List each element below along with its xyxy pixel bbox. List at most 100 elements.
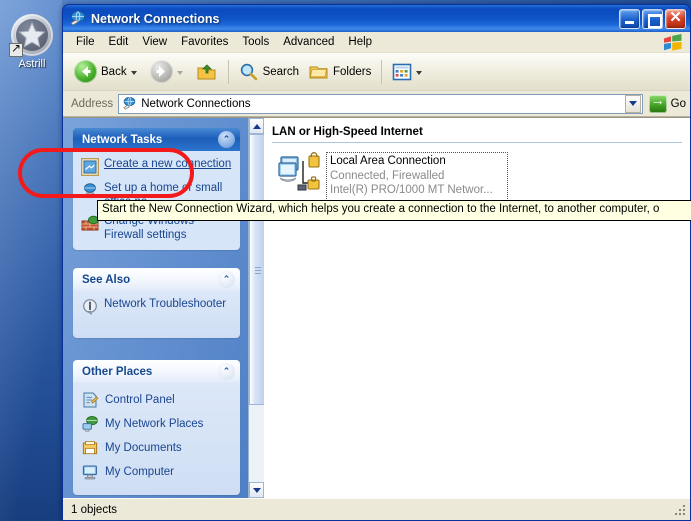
search-icon (240, 63, 257, 80)
minimize-button[interactable] (619, 8, 640, 29)
chevron-up-icon[interactable]: ⌃ (218, 363, 235, 380)
close-button[interactable]: ✕ (665, 8, 686, 29)
desktop-icon-label: Astrill (18, 58, 46, 70)
panel-header-other-places[interactable]: Other Places ⌃ (73, 360, 240, 383)
scrollbar-track[interactable] (249, 134, 265, 482)
window-client-area: Network Tasks ⌃ Create a new connection … (63, 117, 690, 498)
menu-view[interactable]: View (135, 34, 174, 50)
task-pane: Network Tasks ⌃ Create a new connection … (63, 118, 248, 498)
views-button[interactable] (387, 57, 430, 87)
scroll-down-button[interactable] (249, 482, 264, 498)
connection-device: Intel(R) PRO/1000 MT Networ... (330, 184, 493, 196)
chevron-up-icon[interactable]: ⌃ (218, 131, 235, 148)
views-dropdown-caret[interactable] (416, 70, 423, 75)
place-my-documents[interactable]: My Documents (81, 439, 233, 457)
menu-advanced[interactable]: Advanced (276, 34, 341, 50)
new-connection-icon (81, 158, 99, 176)
task-create-new-connection[interactable]: Create a new connection (81, 158, 233, 176)
toolbar: Back Search Folders (63, 53, 690, 91)
place-label: My Computer (105, 466, 175, 478)
place-label: Control Panel (105, 394, 175, 406)
panel-see-also: See Also ⌃ Network Troubleshooter (73, 268, 240, 338)
scroll-up-button[interactable] (249, 118, 264, 134)
panel-header-network-tasks[interactable]: Network Tasks ⌃ (73, 128, 240, 151)
connection-text-block: Local Area Connection Connected, Firewal… (326, 152, 508, 201)
window-title: Network Connections (91, 11, 220, 26)
task-pane-scrollbar[interactable] (248, 118, 265, 498)
address-input[interactable]: Network Connections (118, 93, 643, 114)
shortcut-arrow-badge (9, 41, 23, 57)
back-button[interactable]: Back (69, 57, 145, 87)
place-my-computer[interactable]: My Computer (81, 463, 233, 481)
panel-title: Other Places (82, 365, 153, 378)
task-network-troubleshooter[interactable]: Network Troubleshooter (81, 298, 233, 316)
go-label: Go (670, 97, 686, 110)
panel-other-places: Other Places ⌃ Control Panel My Network … (73, 360, 240, 495)
menu-help[interactable]: Help (341, 34, 379, 50)
go-arrow-icon (648, 92, 667, 113)
forward-button (145, 57, 191, 87)
menu-edit[interactable]: Edit (102, 34, 136, 50)
connections-list[interactable]: LAN or High-Speed Internet Local Area Co… (264, 118, 690, 498)
place-label: My Documents (105, 442, 182, 454)
task-label: Create a new connection (104, 158, 232, 170)
place-my-network-places[interactable]: My Network Places (81, 415, 233, 433)
scrollbar-thumb[interactable] (249, 134, 265, 406)
maximize-button[interactable] (642, 8, 663, 29)
panel-title: Network Tasks (82, 133, 163, 146)
astrill-icon (9, 14, 53, 57)
menubar: File Edit View Favorites Tools Advanced … (63, 32, 690, 53)
panel-network-tasks: Network Tasks ⌃ Create a new connection … (73, 128, 240, 250)
forward-dropdown-caret (176, 70, 183, 75)
chevron-up-icon[interactable]: ⌃ (218, 271, 235, 288)
menu-favorites[interactable]: Favorites (174, 34, 235, 50)
back-label: Back (101, 65, 127, 78)
menu-tools[interactable]: Tools (235, 34, 276, 50)
address-network-icon (122, 96, 137, 111)
window-titlebar[interactable]: Network Connections ✕ (63, 5, 690, 32)
info-icon (81, 298, 99, 316)
search-button[interactable]: Search (234, 57, 304, 87)
task-label: Network Troubleshooter (104, 298, 227, 310)
window-controls: ✕ (619, 8, 686, 29)
address-label: Address (71, 97, 114, 110)
lan-connection-firewalled-icon (278, 152, 324, 194)
address-bar: Address Network Connections Go (63, 91, 690, 117)
connection-item-local-area-connection[interactable]: Local Area Connection Connected, Firewal… (278, 152, 690, 201)
menu-file[interactable]: File (69, 34, 102, 50)
folders-icon (309, 66, 328, 79)
place-control-panel[interactable]: Control Panel (81, 391, 233, 409)
views-icon (393, 63, 412, 80)
toolbar-separator (227, 59, 229, 84)
go-button[interactable]: Go (648, 92, 686, 113)
panel-header-see-also[interactable]: See Also ⌃ (73, 268, 240, 291)
folders-label: Folders (333, 65, 372, 78)
tooltip: Start the New Connection Wizard, which h… (97, 200, 691, 221)
search-label: Search (262, 65, 300, 78)
toolbar-separator-2 (381, 59, 383, 84)
desktop-icon-astrill[interactable]: Astrill (4, 14, 60, 70)
my-network-places-icon (81, 415, 99, 433)
address-dropdown-button[interactable] (624, 94, 641, 113)
back-dropdown-caret[interactable] (130, 70, 137, 75)
address-value: Network Connections (141, 97, 251, 110)
folders-button[interactable]: Folders (304, 57, 376, 87)
up-button[interactable] (191, 57, 223, 87)
resize-grip[interactable] (675, 505, 687, 517)
status-bar: 1 objects (63, 498, 690, 520)
network-connections-window: Network Connections ✕ File Edit View Fav… (62, 4, 691, 521)
back-icon (74, 60, 97, 83)
control-panel-icon (81, 391, 99, 409)
desktop-gradient-sheen (0, 0, 62, 521)
status-text: 1 objects (71, 503, 118, 516)
up-folder-icon (197, 63, 216, 79)
my-documents-icon (81, 439, 99, 457)
place-label: My Network Places (105, 418, 204, 430)
panel-body-other-places: Control Panel My Network Places My Docum… (73, 383, 240, 495)
forward-icon (149, 60, 173, 83)
windows-flag-logo (662, 33, 684, 51)
desktop-background: Astrill Network Connections ✕ File Edit (0, 0, 691, 521)
my-computer-icon (81, 463, 99, 481)
group-header-lan: LAN or High-Speed Internet (272, 126, 423, 138)
connection-name: Local Area Connection (330, 155, 446, 167)
